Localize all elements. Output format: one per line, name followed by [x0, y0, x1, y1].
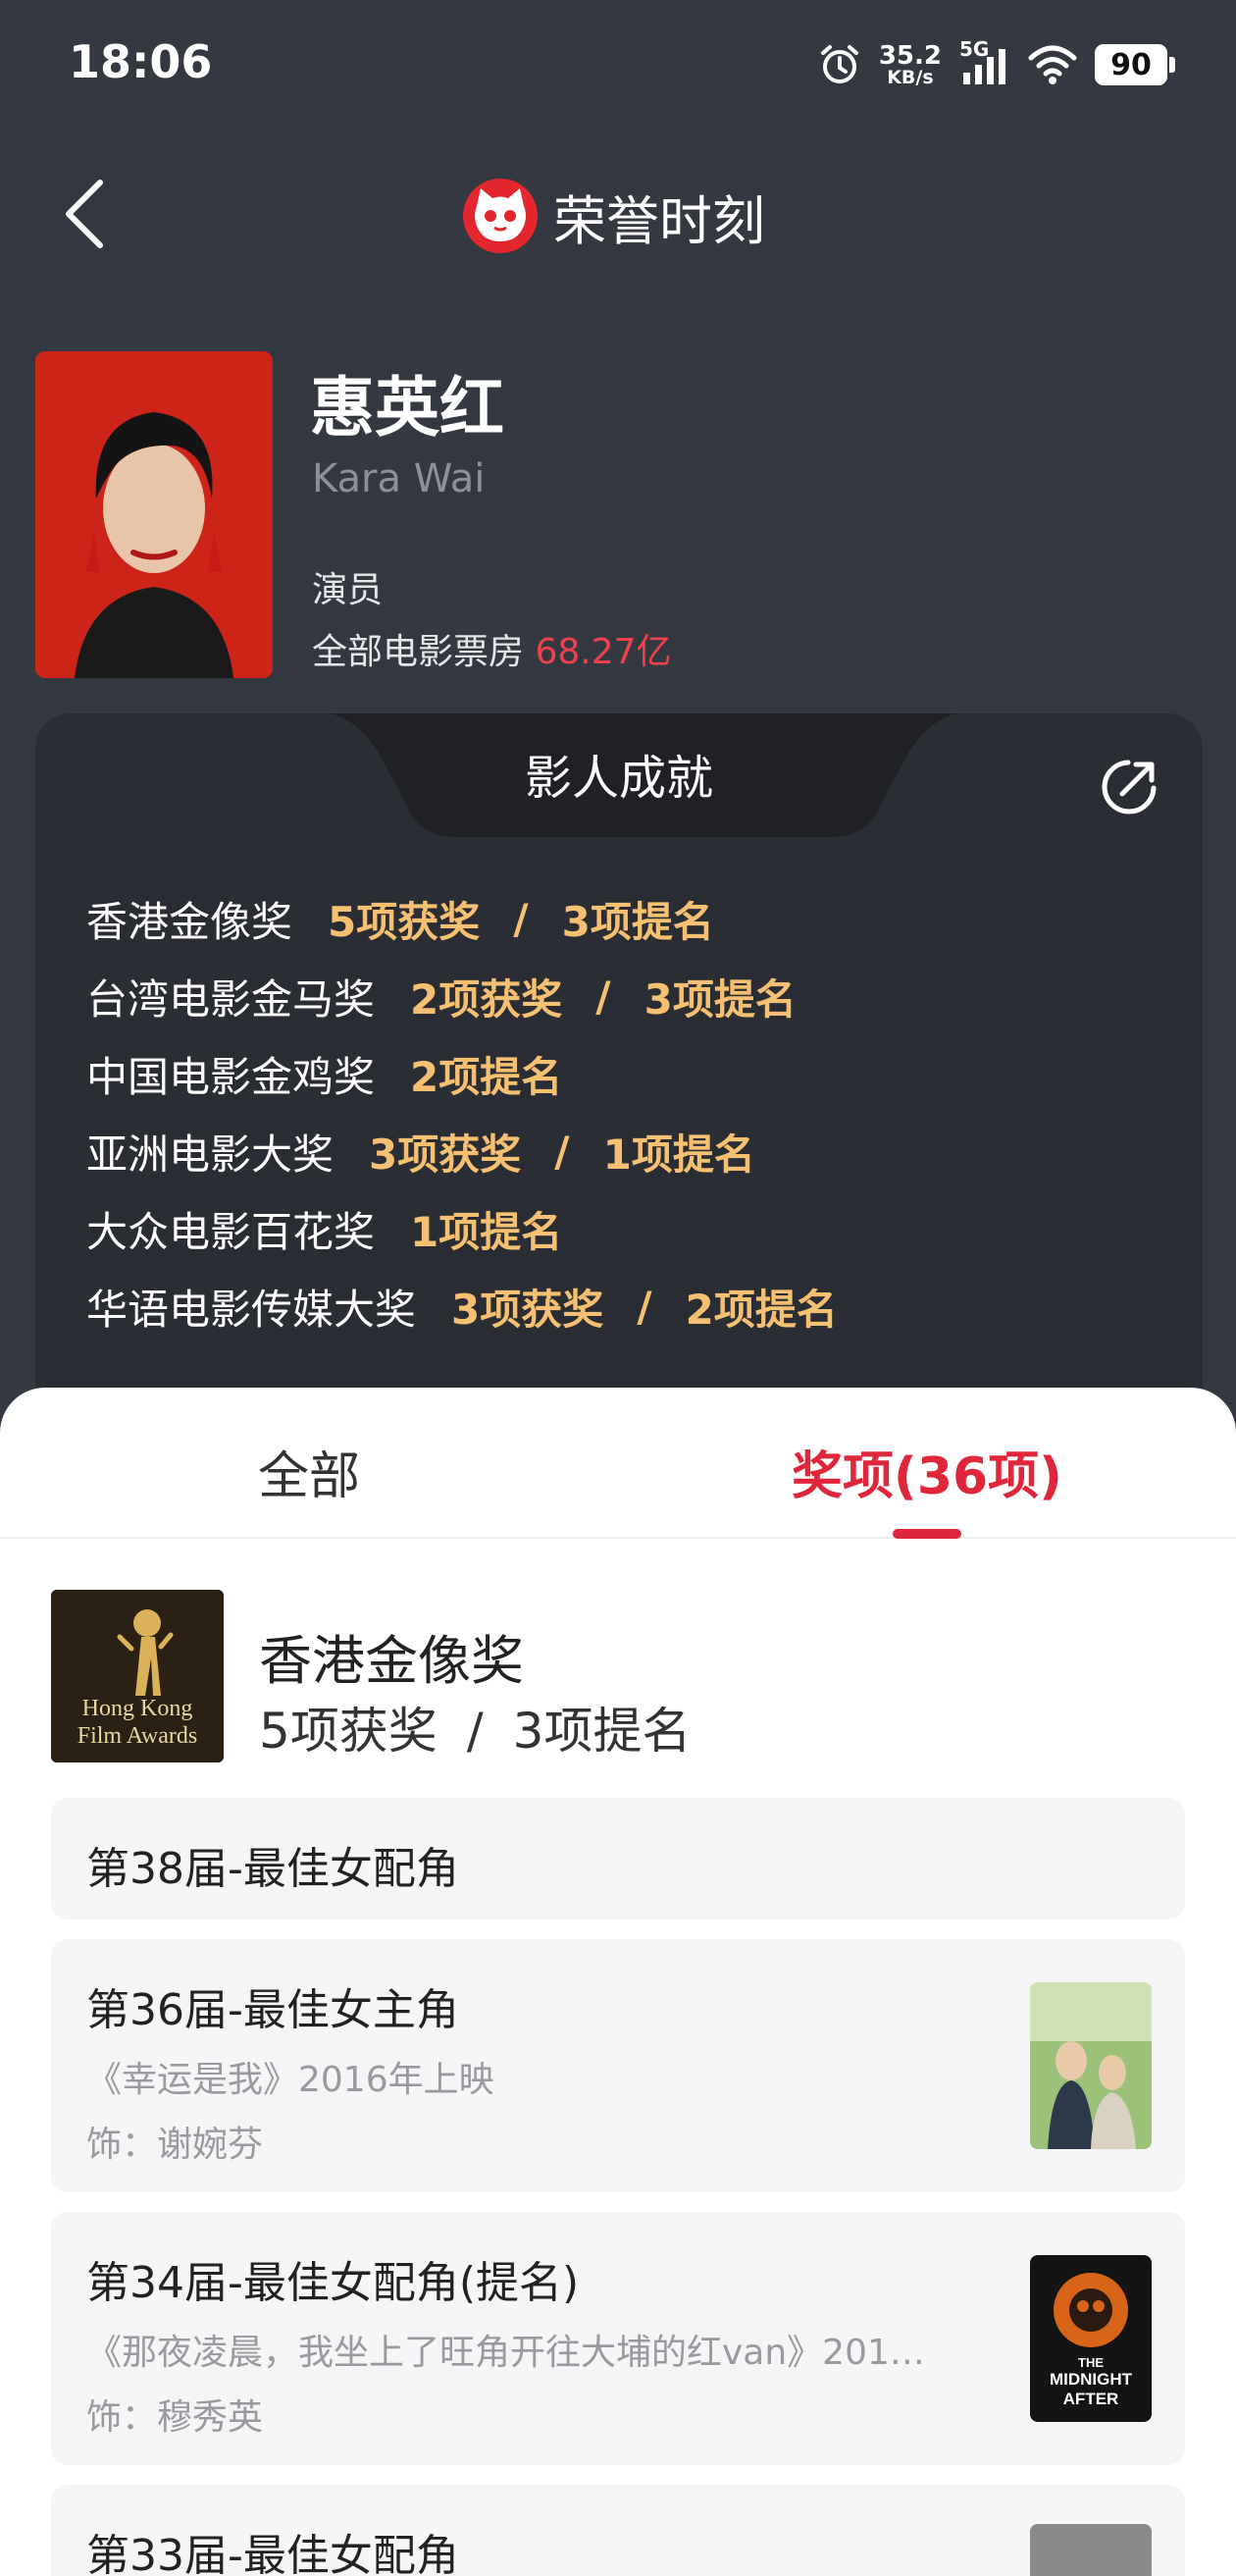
achievement-noms: 3项提名: [644, 975, 797, 1024]
achievement-row: 台湾电影金马奖 2项获奖 / 3项提名: [86, 958, 838, 1035]
top-nav-bar: 荣誉时刻: [0, 157, 1236, 275]
award-entry-film: 《那夜凌晨，我坐上了旺角开往大埔的红van》201…: [86, 2333, 925, 2373]
achievement-award: 华语电影传媒大奖: [86, 1286, 417, 1334]
achievement-award: 香港金像奖: [86, 898, 293, 946]
status-bar: 18:06 35.2 KB/s 5G 90: [0, 0, 1236, 128]
achievement-row: 亚洲电影大奖 3项获奖 / 1项提名: [86, 1113, 838, 1190]
achievement-noms: 1项提名: [410, 1208, 563, 1256]
person-name: 惠英红: [310, 370, 504, 446]
achievement-row: 大众电影百花奖 1项提名: [86, 1190, 838, 1268]
award-entry-title: 第36届-最佳女主角: [86, 1985, 459, 2035]
achievements-title: 影人成就: [524, 751, 713, 806]
hkfa-statuette-icon: Hong Kong Film Awards: [51, 1590, 224, 1762]
achievement-separator: /: [595, 973, 611, 1021]
tab-all[interactable]: 全部: [0, 1435, 618, 1508]
tab-awards[interactable]: 奖项(36项): [618, 1435, 1236, 1508]
maoyan-cat-logo-icon: [463, 179, 538, 253]
box-office: 全部电影票房 68.27亿: [312, 623, 672, 674]
achievement-noms: 3项提名: [561, 898, 714, 946]
status-icons: 35.2 KB/s 5G 90: [818, 35, 1175, 94]
achievement-award: 中国电影金鸡奖: [86, 1053, 376, 1101]
award-name: 香港金像奖: [259, 1630, 524, 1692]
achievement-wins: 3项获奖: [451, 1286, 604, 1334]
avatar[interactable]: [35, 351, 273, 678]
award-entry[interactable]: 第38届-最佳女配角: [51, 1798, 1185, 1919]
award-logo: Hong Kong Film Awards: [51, 1590, 224, 1762]
achievement-row: 中国电影金鸡奖 2项提名: [86, 1035, 838, 1113]
poster-image: [1030, 1982, 1152, 2149]
awards-sheet: 全部 奖项(36项) Hong Kong Film Awards 香港金像奖 5…: [0, 1388, 1236, 2576]
cell-signal: 5G: [959, 37, 1010, 86]
achievement-award: 亚洲电影大奖: [86, 1130, 335, 1179]
achievement-row: 华语电影传媒大奖 3项获奖 / 2项提名: [86, 1268, 838, 1345]
chevron-left-icon[interactable]: [59, 175, 118, 253]
movie-poster[interactable]: THE MIDNIGHT AFTER: [1030, 2255, 1152, 2422]
achievement-wins: 3项获奖: [369, 1130, 522, 1179]
award-entry-role: 饰：穆秀英: [86, 2397, 264, 2438]
active-tab-indicator: [893, 1529, 961, 1539]
award-section-header[interactable]: Hong Kong Film Awards 香港金像奖 5项获奖 / 3项提名: [51, 1590, 1209, 1764]
achievement-award: 大众电影百花奖: [86, 1208, 376, 1256]
stats-separator: /: [466, 1703, 484, 1760]
achievement-award: 台湾电影金马奖: [86, 975, 376, 1024]
achievement-noms: 1项提名: [602, 1130, 755, 1179]
award-stats: 5项获奖 / 3项提名: [259, 1692, 691, 1762]
poster-image: [1030, 2524, 1152, 2576]
net-speed: 35.2 KB/s: [879, 43, 942, 87]
award-entry-title: 第34届-最佳女配角(提名): [86, 2258, 580, 2308]
achievement-row: 香港金像奖 5项获奖 / 3项提名: [86, 880, 838, 958]
status-time: 18:06: [69, 35, 213, 88]
achievement-separator: /: [637, 1283, 652, 1331]
tab-bar: 全部 奖项(36项): [0, 1388, 1236, 1539]
box-office-label: 全部电影票房: [312, 632, 525, 672]
award-logo-text-1: Hong Kong: [82, 1696, 193, 1721]
award-entry-film: 《幸运是我》2016年上映: [86, 2060, 494, 2100]
achievement-separator: /: [554, 1128, 570, 1176]
person-role: 演员: [312, 570, 384, 610]
signal-bars-icon: [963, 49, 1005, 84]
movie-poster[interactable]: [1030, 1982, 1152, 2149]
poster-image: THE MIDNIGHT AFTER: [1030, 2255, 1152, 2422]
achievement-separator: /: [513, 895, 529, 943]
movie-poster[interactable]: [1030, 2524, 1152, 2576]
achievements-list: 香港金像奖 5项获奖 / 3项提名 台湾电影金马奖 2项获奖 / 3项提名 中国…: [86, 880, 838, 1345]
achievements-card: 影人成就 香港金像奖 5项获奖 / 3项提名 台湾电影金马奖 2项获奖 / 3项…: [35, 713, 1203, 1420]
box-office-value: 68.27亿: [535, 632, 672, 672]
award-logo-text-2: Film Awards: [77, 1723, 197, 1749]
achievement-noms: 2项提名: [410, 1053, 563, 1101]
alarm-icon: [820, 45, 858, 83]
noms-label: 项提名: [543, 1703, 692, 1760]
award-entry-role: 饰：谢婉芬: [86, 2125, 264, 2165]
award-entry[interactable]: 第33届-最佳女配角: [51, 2485, 1185, 2576]
page-title: 荣誉时刻: [553, 189, 765, 252]
brand-title-group: 荣誉时刻: [461, 177, 765, 255]
poster-text-2: MIDNIGHT: [1050, 2370, 1133, 2389]
wins-number: 5: [259, 1703, 290, 1760]
award-entry-title: 第33届-最佳女配角: [86, 2531, 459, 2576]
net-speed-value: 35.2: [878, 40, 942, 71]
wifi-icon: [1028, 45, 1077, 84]
poster-text-3: AFTER: [1063, 2390, 1119, 2408]
portrait-image: [35, 351, 273, 678]
award-entry[interactable]: 第36届-最佳女主角 《幸运是我》2016年上映 饰：谢婉芬: [51, 1939, 1185, 2192]
share-icon[interactable]: [1099, 757, 1159, 817]
achievement-wins: 2项获奖: [410, 975, 563, 1024]
achievement-noms: 2项提名: [685, 1286, 838, 1334]
battery-indicator: 90: [1095, 44, 1175, 85]
achievement-wins: 5项获奖: [328, 898, 481, 946]
poster-text-1: THE: [1078, 2355, 1104, 2370]
award-entry-title: 第38届-最佳女配角: [86, 1844, 459, 1894]
net-speed-unit: KB/s: [887, 66, 934, 88]
noms-number: 3: [512, 1703, 544, 1760]
award-entry[interactable]: 第34届-最佳女配角(提名) 《那夜凌晨，我坐上了旺角开往大埔的红van》201…: [51, 2212, 1185, 2465]
wins-label: 项获奖: [289, 1703, 438, 1760]
person-english-name: Kara Wai: [312, 456, 486, 501]
